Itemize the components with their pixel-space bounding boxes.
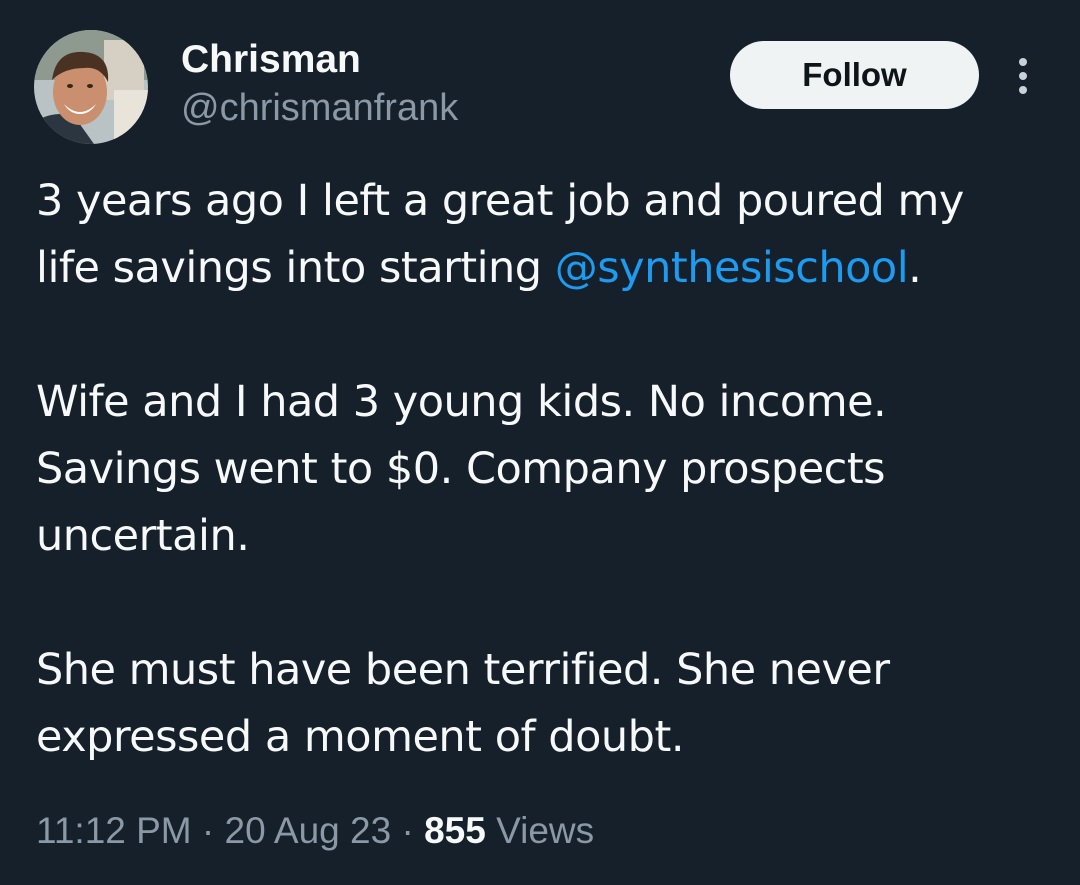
more-dot (1019, 86, 1027, 94)
follow-button[interactable]: Follow (730, 41, 979, 109)
tweet-line: Wife and I had 3 young kids. No income. (36, 377, 887, 427)
tweet-meta: 11:12 PM · 20 Aug 23 · 855 Views (36, 806, 594, 856)
more-dot (1019, 58, 1027, 66)
tweet-line: 3 years ago I left a great job and poure… (36, 176, 964, 226)
tweet-card: Chrisman @chrismanfrank Follow 3 years a… (0, 0, 1080, 885)
more-vertical-icon[interactable] (1005, 52, 1041, 100)
tweet-text: 3 years ago I left a great job and poure… (36, 168, 1056, 771)
tweet-line: expressed a moment of doubt. (36, 712, 685, 762)
author-handle[interactable]: @chrismanfrank (181, 86, 458, 130)
tweet-text-segment: . (908, 243, 922, 293)
views-label: Views (485, 810, 595, 851)
meta-separator: · (191, 810, 225, 851)
avatar[interactable] (34, 30, 148, 144)
more-dot (1019, 72, 1027, 80)
views-count[interactable]: 855 (424, 810, 486, 851)
tweet-date[interactable]: 20 Aug 23 (225, 810, 392, 851)
mention-link[interactable]: @synthesischool (555, 243, 909, 293)
tweet-time[interactable]: 11:12 PM (36, 810, 192, 851)
author-display-name[interactable]: Chrisman (181, 38, 361, 82)
tweet-line: life savings into starting @synthesischo… (36, 235, 1056, 302)
tweet-line: uncertain. (36, 511, 250, 561)
tweet-line: Savings went to $0. Company prospects (36, 444, 886, 494)
meta-separator: · (391, 810, 425, 851)
tweet-line: She must have been terrified. She never (36, 645, 890, 695)
avatar-photo (34, 30, 148, 144)
tweet-text-segment: life savings into starting (36, 243, 555, 293)
